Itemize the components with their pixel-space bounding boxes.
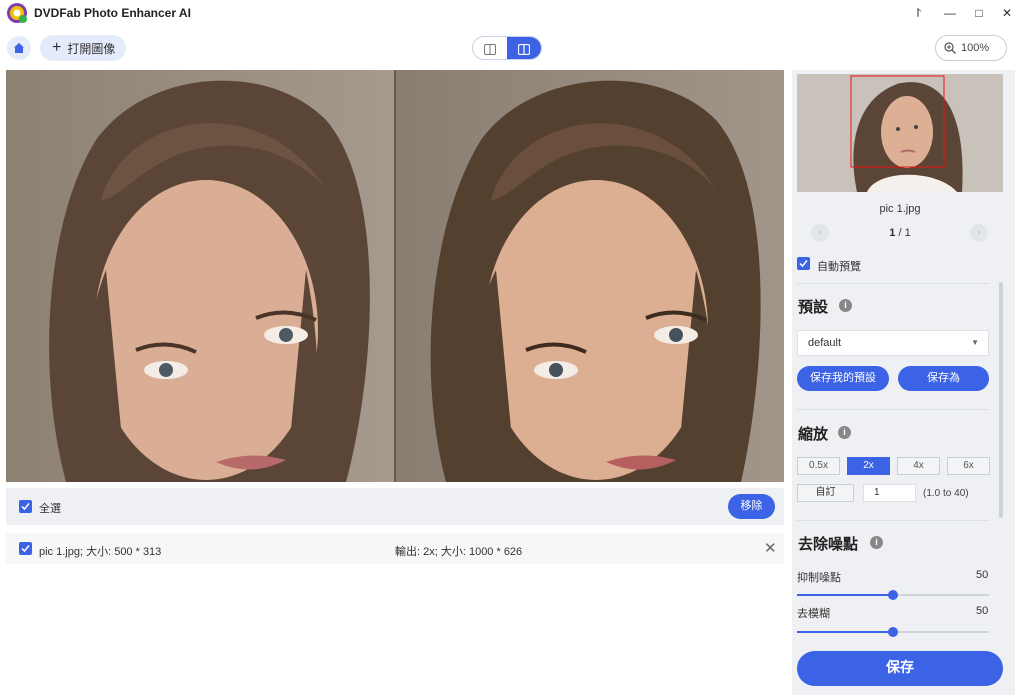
check-icon: [21, 503, 30, 511]
home-icon: [14, 43, 24, 53]
slider-fill: [797, 631, 893, 633]
zoom-in-icon: [944, 42, 956, 54]
save-button[interactable]: 保存: [797, 651, 1003, 686]
noise-reduction-slider[interactable]: [797, 590, 989, 600]
split-view-button[interactable]: [507, 37, 541, 59]
file-output-info: 輸出: 2x; 大小: 1000 * 626: [395, 546, 523, 558]
file-name: pic 1.jpg; 大小: 500 * 313: [39, 546, 162, 558]
check-icon: [799, 260, 808, 268]
scale-option-6x[interactable]: 6x: [947, 457, 990, 475]
slider-thumb[interactable]: [888, 590, 898, 600]
menu-icon[interactable]: ⨡: [910, 4, 928, 22]
maximize-icon[interactable]: □: [970, 4, 988, 22]
save-as-button[interactable]: 保存為: [898, 366, 989, 391]
sidebar-scrollbar[interactable]: [999, 282, 1003, 518]
divider: [797, 520, 989, 521]
remove-button[interactable]: 移除: [728, 494, 775, 519]
chevron-down-icon: ▼: [971, 338, 979, 347]
zoom-level: 100%: [961, 42, 990, 54]
auto-preview-label: 自動預覽: [817, 261, 861, 273]
preset-selected: default: [808, 337, 842, 349]
preset-dropdown[interactable]: default ▼: [797, 330, 989, 356]
view-mode-toggle: [472, 36, 542, 60]
title-bar: DVDFab Photo Enhancer AI ⨡ — □ ✕: [0, 0, 1015, 26]
deblur-value: 50: [976, 605, 989, 617]
file-row[interactable]: pic 1.jpg; 大小: 500 * 313 輸出: 2x; 大小: 100…: [6, 533, 784, 564]
scale-info-icon[interactable]: i: [838, 426, 851, 439]
zoom-control[interactable]: 100%: [935, 35, 1007, 61]
slider-fill: [797, 594, 893, 596]
minimize-icon[interactable]: —: [941, 4, 959, 22]
noise-reduction-label: 抑制噪點: [797, 572, 841, 584]
single-view-button[interactable]: [473, 37, 507, 59]
custom-scale-input[interactable]: 1: [863, 484, 916, 502]
open-image-button[interactable]: + 打開圖像: [40, 35, 126, 61]
select-all-label: 全選: [39, 503, 61, 515]
thumbnail-navigator[interactable]: [797, 74, 1003, 192]
app-title: DVDFab Photo Enhancer AI: [34, 6, 191, 20]
original-photo: [6, 70, 394, 482]
divider: [797, 409, 989, 410]
home-button[interactable]: [7, 36, 31, 60]
custom-scale-button[interactable]: 自訂: [797, 484, 854, 502]
auto-preview-checkbox[interactable]: [797, 257, 810, 270]
slider-thumb[interactable]: [888, 627, 898, 637]
preview-area[interactable]: [6, 70, 784, 482]
scale-option-2x[interactable]: 2x: [847, 457, 890, 475]
deblur-slider[interactable]: [797, 627, 989, 637]
enhanced-photo: [396, 70, 784, 482]
preset-title: 預設: [798, 298, 829, 316]
noise-reduction-value: 50: [976, 569, 989, 581]
close-icon[interactable]: ✕: [998, 4, 1015, 22]
pager-current: 1: [889, 227, 896, 239]
thumbnail-image: [797, 74, 1003, 192]
denoise-title: 去除噪點: [798, 535, 859, 553]
scale-title: 縮放: [798, 425, 829, 443]
divider: [797, 283, 989, 284]
single-view-icon: [484, 43, 496, 55]
save-my-preset-button[interactable]: 保存我的預設: [797, 366, 889, 391]
preset-info-icon[interactable]: i: [839, 299, 852, 312]
scale-option-0-5x[interactable]: 0.5x: [797, 457, 840, 475]
remove-file-icon[interactable]: ✕: [764, 539, 777, 557]
scale-option-4x[interactable]: 4x: [897, 457, 940, 475]
settings-sidebar: pic 1.jpg ‹ 1 / 1 › 自動預覽 預設 i default ▼ …: [792, 70, 1015, 695]
check-icon: [21, 545, 30, 553]
next-image-button[interactable]: ›: [970, 224, 988, 242]
plus-icon: +: [52, 39, 62, 56]
file-checkbox[interactable]: [19, 542, 32, 555]
app-logo-icon: [7, 3, 27, 23]
thumbnail-filename: pic 1.jpg: [879, 203, 921, 215]
split-view-icon: [518, 43, 530, 55]
toolbar: + 打開圖像 100%: [0, 26, 1015, 70]
denoise-info-icon[interactable]: i: [870, 536, 883, 549]
pager-total: 1: [904, 227, 911, 239]
select-all-bar: 全選 移除: [6, 488, 784, 525]
open-image-label: 打開圖像: [67, 41, 116, 56]
custom-scale-range: (1.0 to 40): [923, 488, 969, 499]
deblur-label: 去模糊: [797, 608, 830, 620]
select-all-checkbox[interactable]: [19, 500, 32, 513]
